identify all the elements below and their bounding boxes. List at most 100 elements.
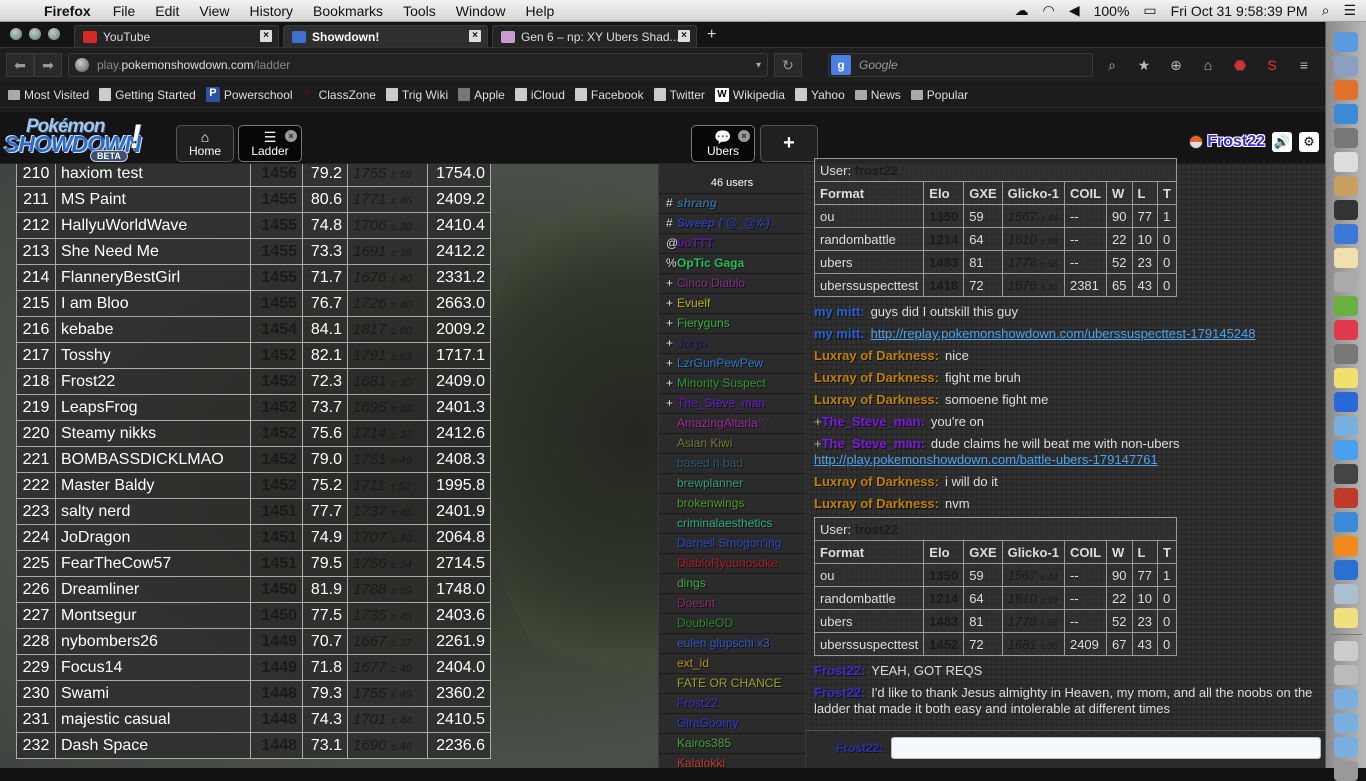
search-bar[interactable]: g Google <box>828 53 1093 77</box>
userlist-item[interactable]: Frost22 <box>659 694 805 714</box>
chat-username[interactable]: my mitt: <box>814 326 865 341</box>
ladder-username[interactable]: Dreamliner <box>55 576 251 603</box>
url-dropdown-icon[interactable]: ▾ <box>756 60 761 71</box>
ladder-username[interactable]: HallyuWorldWave <box>55 212 251 239</box>
home-icon[interactable]: ⌂ <box>1195 53 1221 77</box>
bookmark-trig-wiki[interactable]: Trig Wiki <box>385 88 448 102</box>
dock-messages-badge-icon[interactable] <box>1334 200 1358 220</box>
wifi-icon[interactable]: ◠ <box>1043 2 1055 19</box>
bookmark-yahoo[interactable]: Yahoo <box>794 88 845 102</box>
showdown-logo[interactable]: Pokémon SHOWDOWN ! BETA <box>4 116 149 162</box>
menu-view[interactable]: View <box>189 3 239 19</box>
chat-message-input[interactable] <box>891 737 1321 759</box>
bookmark-popular[interactable]: Popular <box>910 88 968 102</box>
ladder-username[interactable]: Master Baldy <box>55 472 251 499</box>
dock-ibooks-icon[interactable] <box>1334 536 1358 556</box>
userlist-item[interactable]: DiabloRyuunosuke <box>659 554 805 574</box>
volume-icon[interactable]: ◀ <box>1069 2 1080 19</box>
ladder-username[interactable]: nybombers26 <box>55 628 251 655</box>
userlist-item[interactable]: Kalalokki <box>659 754 805 768</box>
ladder-username[interactable]: haxiom test <box>55 164 251 187</box>
close-tab-icon[interactable]: × <box>738 130 750 142</box>
menu-icon[interactable]: ≡ <box>1291 53 1317 77</box>
dock-textedit-icon[interactable] <box>1334 248 1358 268</box>
dock-help-icon[interactable] <box>1334 665 1358 685</box>
bookmark-wikipedia[interactable]: W Wikipedia <box>714 87 785 102</box>
chat-username[interactable]: Luxray of Darkness: <box>814 496 939 511</box>
ladder-username[interactable]: Frost22 <box>55 368 251 395</box>
userlist-item[interactable]: dings <box>659 574 805 594</box>
userlist-item[interactable]: ext_id <box>659 654 805 674</box>
dock-photo-booth-icon[interactable] <box>1334 488 1358 508</box>
zoom-window-button[interactable] <box>48 28 60 40</box>
dock-firefox-icon[interactable] <box>1334 80 1358 100</box>
new-tab-button[interactable]: + <box>701 26 722 47</box>
dock-contacts-icon[interactable] <box>1334 176 1358 196</box>
menu-bookmarks[interactable]: Bookmarks <box>303 3 393 19</box>
ladder-username[interactable]: FlanneryBestGirl <box>55 264 251 291</box>
userlist-item[interactable]: + LzrGunPewPew <box>659 354 805 374</box>
ladder-username[interactable]: LeapsFrog <box>55 394 251 421</box>
tab-battle[interactable]: Gen 6 – np: XY Ubers Shad... × <box>492 25 697 47</box>
dock-folder2-icon[interactable] <box>1334 713 1358 733</box>
dock-numbers-icon[interactable] <box>1334 296 1358 316</box>
chat-username[interactable]: Luxray of Darkness: <box>814 348 939 363</box>
dock-preview-icon[interactable] <box>1334 56 1358 76</box>
reload-button[interactable]: ↻ <box>774 53 802 77</box>
dock-notes-icon[interactable] <box>1334 608 1358 628</box>
ladder-username[interactable]: Dash Space <box>55 732 251 759</box>
ladder-username[interactable]: Tosshy <box>55 342 251 369</box>
menu-edit[interactable]: Edit <box>145 3 189 19</box>
chat-username[interactable]: Frost22: <box>814 685 865 700</box>
userlist-item[interactable]: + The_Steve_man <box>659 394 805 414</box>
search-icon[interactable]: ⌕ <box>1099 53 1125 77</box>
tab-youtube[interactable]: YouTube × <box>74 25 279 47</box>
battery-status[interactable]: 100% <box>1094 3 1130 19</box>
dock-downloads-stack-icon[interactable] <box>1334 737 1358 757</box>
dock-audio-icon[interactable] <box>1334 272 1358 292</box>
chat-username[interactable]: Luxray of Darkness: <box>814 370 939 385</box>
ladder-username[interactable]: Swami <box>55 680 251 707</box>
close-tab-icon[interactable]: × <box>285 130 297 142</box>
google-icon[interactable]: g <box>831 55 851 75</box>
dock-messages-icon[interactable] <box>1334 440 1358 460</box>
dock-maps-icon[interactable] <box>1334 416 1358 436</box>
userlist-item[interactable]: + Fieryguns <box>659 314 805 334</box>
notification-center-icon[interactable]: ☰ <box>1343 2 1356 19</box>
bookmark-powerschool[interactable]: P Powerschool <box>205 87 293 102</box>
userlist-item[interactable]: Kairos385 <box>659 734 805 754</box>
userlist-item[interactable]: eulen glupschi x3 <box>659 634 805 654</box>
menu-file[interactable]: File <box>103 3 146 19</box>
site-identity-icon[interactable] <box>75 58 89 72</box>
dock-preview2-icon[interactable] <box>1334 584 1358 604</box>
ladder-tab[interactable]: ☰ Ladder × <box>238 125 302 162</box>
menu-tools[interactable]: Tools <box>393 3 446 19</box>
userlist-item[interactable]: AmazingAltaria♡ <box>659 414 805 434</box>
userlist-item[interactable]: + Evuelf <box>659 294 805 314</box>
home-tab[interactable]: ⌂ Home <box>176 125 234 162</box>
bookmark-twitter[interactable]: Twitter <box>653 88 705 102</box>
userlist-item[interactable]: FATE OR CHANCE <box>659 674 805 694</box>
ladder-username[interactable]: Focus14 <box>55 654 251 681</box>
bookmark-facebook[interactable]: Facebook <box>574 88 644 102</box>
ladder-username[interactable]: She Need Me <box>55 238 251 265</box>
back-button[interactable]: ⬅ <box>6 53 34 77</box>
settings-gear-icon[interactable]: ⚙ <box>1299 132 1319 152</box>
chat-username[interactable]: Frost22: <box>814 663 865 678</box>
close-tab-icon[interactable]: × <box>469 30 481 42</box>
userlist-item[interactable]: # Sweep ( @_@✲) <box>659 214 805 234</box>
ladder-username[interactable]: FearTheCow57 <box>55 550 251 577</box>
dock-facetime-icon[interactable] <box>1334 464 1358 484</box>
ladder-username[interactable]: I am Bloo <box>55 290 251 317</box>
close-window-button[interactable] <box>10 28 22 40</box>
adblock-icon[interactable]: ⬣ <box>1227 53 1253 77</box>
dock-downloads-icon[interactable] <box>1334 224 1358 244</box>
dock-app-store-icon[interactable] <box>1334 560 1358 580</box>
dock-trash-icon[interactable] <box>1334 761 1358 781</box>
ladder-username[interactable]: Steamy nikks <box>55 420 251 447</box>
bookmark-classzone[interactable]: ⁘ ClassZone <box>303 88 376 102</box>
userlist-item[interactable]: based n bad <box>659 454 805 474</box>
dock-folder-icon[interactable] <box>1334 689 1358 709</box>
bookmark-news[interactable]: News <box>854 88 901 102</box>
cloud-icon[interactable]: ☁ <box>1015 2 1029 19</box>
